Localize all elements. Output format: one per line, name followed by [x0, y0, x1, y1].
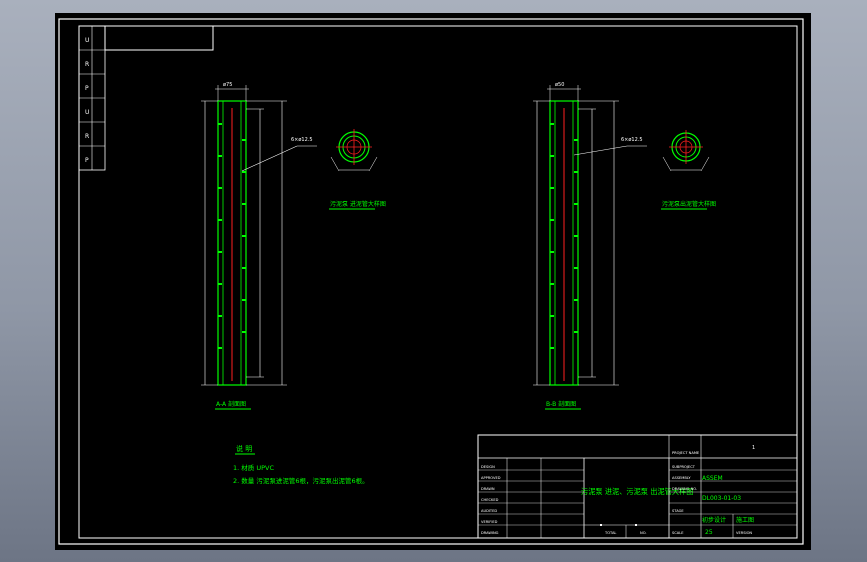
sheet-mark: 1 [752, 445, 755, 451]
pipe-cross-section-a: 污泥泵 进泥管大样图 [329, 129, 386, 210]
revision-box [104, 26, 214, 51]
tb-label: NO. [640, 531, 647, 535]
pipe-cross-section-b: 污泥泵出泥管大样图 [661, 130, 716, 210]
tb-label: VERIFIED [481, 520, 498, 524]
design-value: 初步设计 [702, 516, 726, 524]
tb-label: CHECKED [481, 498, 499, 502]
tb-label: DESIGN [481, 465, 495, 469]
stage-value: 施工图 [736, 516, 754, 524]
inner-border [78, 25, 798, 539]
tb-label: DRAWING NO. [672, 487, 697, 491]
notes-line-1: 1. 材质 UPVC [233, 463, 274, 472]
pipe-title: 污泥泵出泥管大样图 [662, 200, 716, 208]
tb-label: DRAWING [481, 531, 499, 535]
tb-label: ASSEMBLY [672, 476, 691, 480]
tb-label: AUDITED [481, 509, 497, 513]
strip-letter: R [85, 133, 89, 140]
tb-label: DRAWN [481, 487, 495, 491]
section-label: B-B 剖面图 [546, 400, 576, 408]
pipe-view-a: ø75 6×ø12.5 A-A 剖面图 [201, 82, 317, 410]
strip-letter: R [85, 61, 89, 68]
tb-label: SCALE [672, 531, 684, 535]
tb-label: STAGE [672, 509, 684, 513]
section-label: A-A 剖面图 [216, 400, 246, 408]
pipe-view-b: ø50 6×ø12.5 B-B 剖面图 [533, 82, 647, 410]
notes-heading: 说 明 [236, 444, 252, 453]
strip-letter: P [85, 85, 89, 92]
tb-label: SUBPROJECT [672, 465, 696, 469]
strip-letter: U [85, 37, 89, 44]
cad-drawing: U R P U R P ø75 6×ø12.5 A-A 剖面图 污泥泵 进泥管大… [58, 18, 804, 545]
drawing-number: DL003-01-03 [702, 495, 741, 502]
pipe-title: 污泥泵 进泥管大样图 [330, 200, 386, 208]
side-strip: U R P U R P [78, 25, 106, 171]
notes-line-2: 2. 数量 污泥泵进泥管6根，污泥泵出泥管6根。 [233, 476, 369, 485]
top-dimension: ø50 [555, 82, 564, 88]
leader-line [241, 145, 298, 172]
leader-label: 6×ø12.5 [621, 137, 643, 143]
notes: 说 明 1. 材质 UPVC 2. 数量 污泥泵进泥管6根，污泥泵出泥管6根。 [233, 444, 369, 485]
scale-value: 25 [705, 529, 713, 536]
strip-letter: U [85, 109, 89, 116]
tb-label: PROJECT NAME [672, 451, 700, 455]
tb-label: TOTAL [604, 531, 616, 535]
assembly-value: ASSEM [702, 475, 723, 482]
leader-line [573, 145, 628, 156]
leader-label: 6×ø12.5 [291, 137, 313, 143]
title-block: DESIGN APPROVED DRAWN CHECKED AUDITED VE… [477, 434, 798, 539]
top-dimension: ø75 [223, 82, 232, 88]
tb-label: APPROVED [481, 476, 501, 480]
strip-letter: P [85, 157, 89, 164]
tb-label: VERSION [736, 531, 752, 535]
cad-viewport[interactable]: U R P U R P ø75 6×ø12.5 A-A 剖面图 污泥泵 进泥管大… [55, 13, 811, 550]
